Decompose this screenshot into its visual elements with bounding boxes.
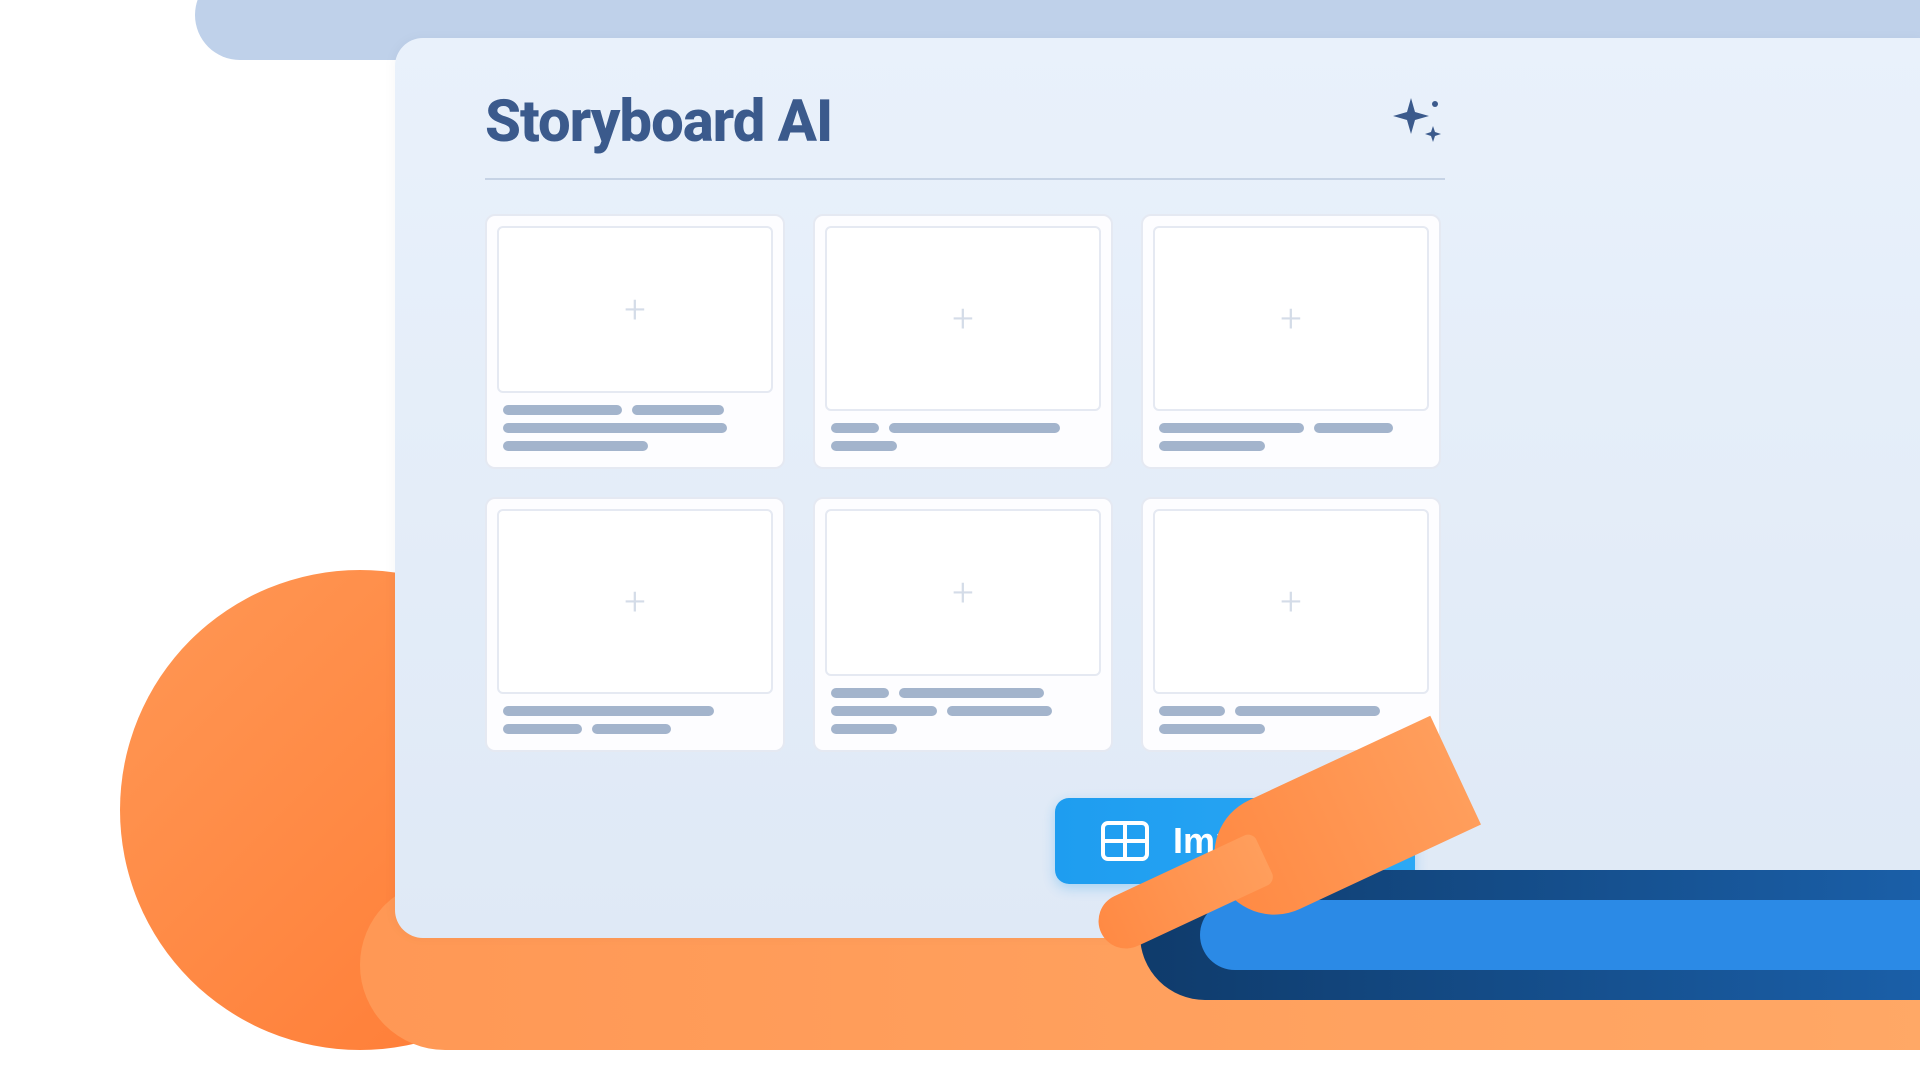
card-text-placeholder	[1143, 411, 1439, 467]
card-image-placeholder[interactable]: +	[1153, 509, 1429, 694]
plus-icon: +	[1280, 583, 1301, 621]
sparkle-icon	[1389, 94, 1445, 150]
plus-icon: +	[952, 300, 973, 338]
card-image-placeholder[interactable]: +	[497, 509, 773, 694]
card-text-placeholder	[487, 393, 783, 467]
storyboard-panel: Storyboard AI + +	[395, 38, 1920, 938]
plus-icon: +	[624, 291, 645, 329]
storyboard-grid: + + +	[485, 214, 1445, 752]
card-image-placeholder[interactable]: +	[825, 509, 1101, 676]
storyboard-card[interactable]: +	[813, 214, 1113, 469]
card-image-placeholder[interactable]: +	[825, 226, 1101, 411]
card-text-placeholder	[815, 411, 1111, 467]
plus-icon: +	[952, 574, 973, 612]
panel-title: Storyboard AI	[485, 88, 832, 156]
card-image-placeholder[interactable]: +	[1153, 226, 1429, 411]
storyboard-card[interactable]: +	[1141, 497, 1441, 752]
plus-icon: +	[624, 583, 645, 621]
plus-icon: +	[1280, 300, 1301, 338]
storyboard-card[interactable]: +	[1141, 214, 1441, 469]
card-text-placeholder	[487, 694, 783, 750]
storyboard-card[interactable]: +	[813, 497, 1113, 752]
card-image-placeholder[interactable]: +	[497, 226, 773, 393]
storyboard-card[interactable]: +	[485, 497, 785, 752]
card-text-placeholder	[815, 676, 1111, 750]
panel-header: Storyboard AI	[485, 88, 1445, 180]
storyboard-card[interactable]: +	[485, 214, 785, 469]
